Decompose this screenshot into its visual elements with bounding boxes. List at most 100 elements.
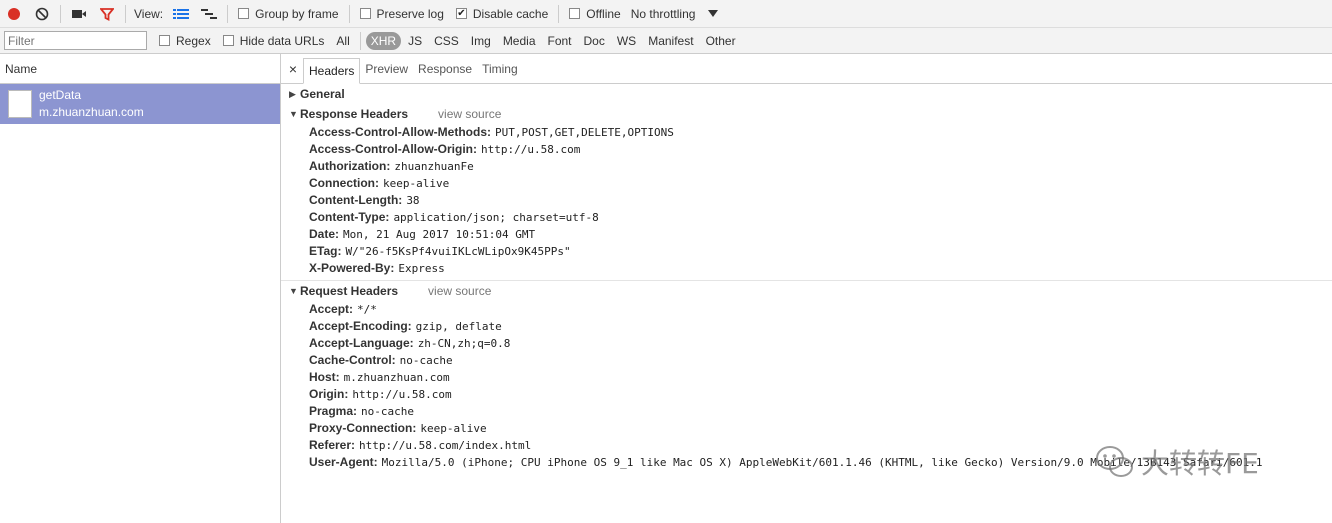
header-name: Pragma: xyxy=(309,404,358,418)
header-row: Proxy-Connection: keep-alive xyxy=(289,420,1332,437)
header-value: no-cache xyxy=(361,405,415,418)
filter-toggle-button[interactable] xyxy=(93,0,121,28)
toolbar-divider xyxy=(227,4,229,23)
regex-label: Regex xyxy=(176,33,211,48)
clear-icon xyxy=(35,7,49,20)
checkbox-box[interactable] xyxy=(359,8,371,19)
regex-checkbox[interactable]: Regex xyxy=(159,34,211,48)
offline-checkbox[interactable]: Offline xyxy=(569,6,621,21)
record-icon xyxy=(8,7,20,20)
header-value: Mon, 21 Aug 2017 10:51:04 GMT xyxy=(343,228,536,241)
type-filter-font[interactable]: Font xyxy=(543,32,577,50)
chevron-down-icon xyxy=(708,9,719,17)
tab-timing[interactable]: Timing xyxy=(477,57,523,81)
checkbox-box[interactable] xyxy=(238,8,250,19)
type-filter-manifest[interactable]: Manifest xyxy=(643,32,698,50)
header-name: Referer: xyxy=(309,438,356,452)
checkbox-box[interactable] xyxy=(159,35,170,46)
tab-preview[interactable]: Preview xyxy=(360,57,413,81)
header-name: Accept: xyxy=(309,302,354,316)
large-rows-button[interactable] xyxy=(167,0,195,28)
request-row-selected[interactable]: getData m.zhuanzhuan.com xyxy=(0,84,280,124)
waterfall-icon xyxy=(201,8,218,19)
overview-button[interactable] xyxy=(195,0,223,28)
header-row: Accept: */* xyxy=(289,301,1332,318)
header-name: Host: xyxy=(309,370,340,384)
type-filter-other[interactable]: Other xyxy=(701,32,741,50)
view-source-link[interactable]: view source xyxy=(438,107,501,121)
response-headers-title: Response Headers xyxy=(300,107,409,121)
filter-bar: Regex Hide data URLs All XHR JS CSS Img … xyxy=(0,28,1332,54)
type-filter-ws[interactable]: WS xyxy=(612,32,641,50)
name-column-header[interactable]: Name xyxy=(0,54,280,84)
type-filter-all[interactable]: All xyxy=(331,32,354,50)
list-view-icon xyxy=(173,8,190,19)
group-by-frame-label: Group by frame xyxy=(255,6,339,21)
header-name: Origin: xyxy=(309,387,349,401)
header-value: http://u.58.com xyxy=(352,388,452,401)
checkbox-box[interactable] xyxy=(569,8,581,19)
header-value: keep-alive xyxy=(383,177,450,190)
disable-cache-checkbox[interactable]: ✔ Disable cache xyxy=(455,7,548,21)
view-label: View: xyxy=(134,6,164,21)
tab-headers[interactable]: Headers xyxy=(303,57,361,84)
header-row: Pragma: no-cache xyxy=(289,403,1332,420)
group-by-frame-checkbox[interactable]: Group by frame xyxy=(238,6,339,21)
toolbar-divider xyxy=(558,4,560,23)
close-icon[interactable]: × xyxy=(285,61,301,77)
type-filter-doc[interactable]: Doc xyxy=(579,32,610,50)
header-name: Accept-Language: xyxy=(309,336,414,350)
preserve-log-checkbox[interactable]: Preserve log xyxy=(359,7,444,21)
toolbar-divider xyxy=(359,31,361,50)
header-name: Cache-Control: xyxy=(309,353,396,367)
header-row: Authorization: zhuanzhuanFe xyxy=(289,158,1332,175)
filter-input[interactable] xyxy=(4,31,147,50)
wechat-icon xyxy=(1096,446,1133,477)
header-value: W/"26-f5KsPf4vuiIKLcWLipOx9K45PPs" xyxy=(345,245,571,258)
request-headers-title: Request Headers xyxy=(300,284,399,298)
header-name: Proxy-Connection: xyxy=(309,421,417,435)
header-name: Content-Type: xyxy=(309,210,390,224)
toolbar-divider xyxy=(60,4,61,23)
capture-screenshots-button[interactable] xyxy=(65,0,93,28)
header-row: Connection: keep-alive xyxy=(289,175,1332,192)
hide-data-urls-label: Hide data URLs xyxy=(239,33,325,48)
type-filter-xhr[interactable]: XHR xyxy=(365,31,402,50)
type-filter-img[interactable]: Img xyxy=(466,32,496,50)
details-tab-bar: × Headers Preview Response Timing xyxy=(281,54,1332,84)
throttling-dropdown-button[interactable] xyxy=(699,0,727,28)
request-headers-toggle[interactable]: ▼ Request Headers view source xyxy=(289,281,1332,301)
header-value: zh-CN,zh;q=0.8 xyxy=(417,337,511,350)
header-row: Date: Mon, 21 Aug 2017 10:51:04 GMT xyxy=(289,226,1332,243)
header-row: Access-Control-Allow-Origin: http://u.58.… xyxy=(289,141,1332,158)
general-section-toggle[interactable]: ▶ General xyxy=(289,84,1332,104)
triangle-right-icon: ▶ xyxy=(289,88,296,99)
header-value: zhuanzhuanFe xyxy=(394,160,474,173)
name-column-label: Name xyxy=(5,61,38,76)
header-row: Host: m.zhuanzhuan.com xyxy=(289,369,1332,386)
response-headers-toggle[interactable]: ▼ Response Headers view source xyxy=(289,104,1332,124)
general-title: General xyxy=(300,87,345,101)
tab-response[interactable]: Response xyxy=(413,57,477,81)
checkbox-box-checked[interactable]: ✔ xyxy=(455,8,467,19)
throttling-select[interactable]: No throttling xyxy=(631,7,696,21)
offline-label: Offline xyxy=(586,6,621,21)
header-name: Access-Control-Allow-Methods: xyxy=(309,125,492,139)
filter-icon xyxy=(100,7,114,21)
record-button[interactable] xyxy=(0,0,28,28)
header-value: application/json; charset=utf-8 xyxy=(393,211,599,224)
header-name: User-Agent: xyxy=(309,455,378,469)
type-filter-css[interactable]: CSS xyxy=(429,32,464,50)
clear-button[interactable] xyxy=(28,0,56,28)
view-source-link[interactable]: view source xyxy=(428,284,491,298)
header-row: Origin: http://u.58.com xyxy=(289,386,1332,403)
checkbox-box[interactable] xyxy=(222,35,234,46)
video-camera-icon xyxy=(72,9,86,18)
header-value: keep-alive xyxy=(420,422,487,435)
hide-data-urls-checkbox[interactable]: Hide data URLs xyxy=(222,33,325,48)
type-filter-media[interactable]: Media xyxy=(498,32,541,50)
document-icon xyxy=(8,90,32,118)
type-filter-js[interactable]: JS xyxy=(403,32,427,50)
header-value: Express xyxy=(398,262,445,275)
header-name: Date: xyxy=(309,227,340,241)
